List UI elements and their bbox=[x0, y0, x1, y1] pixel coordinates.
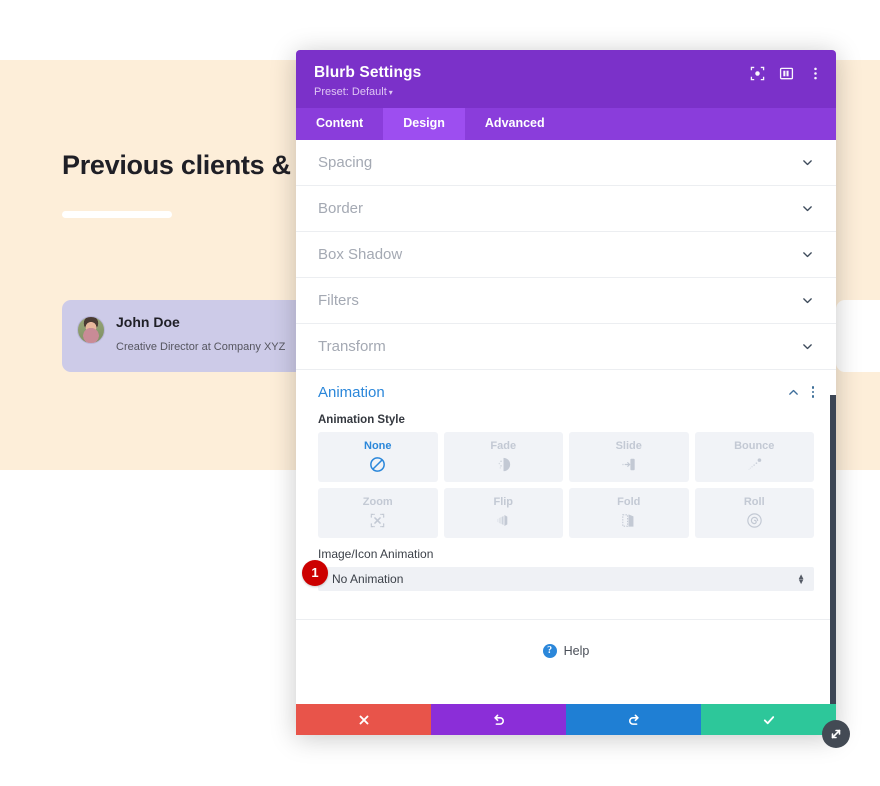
animation-style-label: Animation Style bbox=[318, 413, 405, 426]
animation-style-slide[interactable]: Slide bbox=[569, 431, 689, 482]
tab-advanced[interactable]: Advanced bbox=[465, 108, 565, 140]
select-value: No Animation bbox=[332, 571, 404, 586]
section-border[interactable]: Border bbox=[296, 186, 836, 232]
redo-button[interactable] bbox=[566, 704, 701, 735]
animation-style-fade[interactable]: Fade bbox=[443, 431, 563, 482]
layout-columns-icon[interactable] bbox=[779, 66, 794, 81]
step-badge-1: 1 bbox=[302, 559, 328, 586]
modal-title: Blurb Settings bbox=[314, 64, 422, 81]
select-arrows-icon: ▲ ▼ bbox=[797, 571, 805, 586]
chevron-down-icon bbox=[801, 156, 814, 169]
more-vertical-icon[interactable] bbox=[811, 386, 814, 398]
zoom-expand-icon bbox=[368, 511, 387, 530]
undo-button[interactable] bbox=[431, 704, 566, 735]
modal-tabs: Content Design Advanced bbox=[296, 108, 836, 140]
modal-header: Blurb Settings Preset: Default ▾ bbox=[296, 50, 836, 108]
tab-design[interactable]: Design bbox=[383, 108, 465, 140]
section-label: Animation bbox=[318, 383, 385, 401]
animation-style-roll[interactable]: Roll bbox=[694, 487, 814, 538]
section-label: Filters bbox=[318, 291, 359, 309]
modal-header-actions bbox=[750, 66, 823, 81]
section-animation[interactable]: Animation bbox=[296, 370, 836, 405]
slide-arrow-icon bbox=[619, 455, 638, 474]
section-label: Border bbox=[318, 199, 364, 217]
discard-button[interactable] bbox=[296, 704, 431, 735]
animation-style-label: Flip bbox=[493, 495, 514, 508]
animation-style-grid: None Fade Slide Bounce Zoom Flip Fold Ro… bbox=[296, 431, 836, 538]
animation-style-label: Fade bbox=[490, 439, 517, 452]
help-icon: ? bbox=[542, 643, 557, 658]
chevron-down-icon: ▾ bbox=[388, 88, 393, 97]
save-button[interactable] bbox=[701, 704, 836, 735]
chevron-down-icon bbox=[801, 340, 814, 353]
section-label: Spacing bbox=[318, 153, 373, 171]
chevron-down-icon bbox=[801, 294, 814, 307]
animation-style-label: Fold bbox=[617, 495, 641, 508]
more-vertical-icon[interactable] bbox=[808, 66, 823, 81]
fold-page-icon bbox=[619, 511, 638, 530]
section-label: Transform bbox=[318, 337, 386, 355]
animation-style-label: Slide bbox=[615, 439, 642, 452]
image-icon-animation-label: Image/Icon Animation bbox=[318, 546, 434, 561]
testimonial-card-secondary bbox=[836, 300, 880, 372]
no-entry-icon bbox=[368, 455, 387, 474]
section-transform[interactable]: Transform bbox=[296, 324, 836, 370]
chevron-up-icon[interactable] bbox=[787, 386, 800, 399]
section-box-shadow[interactable]: Box Shadow bbox=[296, 232, 836, 278]
section-label: Box Shadow bbox=[318, 245, 403, 263]
section-filters[interactable]: Filters bbox=[296, 278, 836, 324]
modal-footer bbox=[296, 704, 836, 735]
image-icon-animation-wrapper: 1 No Animation ▲ ▼ bbox=[302, 559, 814, 591]
testimonial-role: Creative Director at Company XYZ bbox=[116, 341, 286, 353]
animation-style-bounce[interactable]: Bounce bbox=[694, 431, 814, 482]
image-icon-animation-select[interactable]: No Animation ▲ ▼ bbox=[318, 566, 814, 591]
chevron-down-icon bbox=[801, 248, 814, 261]
resize-handle[interactable] bbox=[822, 720, 850, 748]
animation-style-zoom[interactable]: Zoom bbox=[318, 487, 438, 538]
animation-style-label: Bounce bbox=[734, 439, 775, 452]
modal-scrollbar[interactable] bbox=[830, 394, 836, 704]
animation-style-label: Roll bbox=[743, 495, 765, 508]
avatar bbox=[77, 316, 105, 344]
flip-panel-icon bbox=[494, 511, 513, 530]
chevron-down-icon bbox=[801, 202, 814, 215]
blurb-settings-modal: Blurb Settings Preset: Default ▾ Content… bbox=[296, 50, 836, 735]
roll-spiral-icon bbox=[745, 511, 764, 530]
tab-content[interactable]: Content bbox=[296, 108, 383, 140]
modal-body: Spacing Border Box Shadow Filters Transf bbox=[296, 139, 836, 704]
animation-style-none[interactable]: None bbox=[318, 431, 438, 482]
animation-style-flip[interactable]: Flip bbox=[443, 487, 563, 538]
animation-style-label: Zoom bbox=[362, 495, 393, 508]
help-link[interactable]: Help bbox=[564, 644, 590, 658]
bounce-dots-icon bbox=[745, 455, 764, 474]
fade-circle-icon bbox=[494, 455, 513, 474]
preset-selector[interactable]: Preset: Default ▾ bbox=[314, 86, 818, 98]
animation-style-label: None bbox=[364, 439, 392, 452]
heading-divider bbox=[62, 211, 172, 218]
animation-style-fold[interactable]: Fold bbox=[569, 487, 689, 538]
section-animation-actions bbox=[787, 386, 814, 399]
section-spacing[interactable]: Spacing bbox=[296, 140, 836, 186]
testimonial-name: John Doe bbox=[116, 314, 180, 330]
focus-icon[interactable] bbox=[750, 66, 765, 81]
preset-label: Preset: Default bbox=[314, 86, 387, 98]
help-area: ? Help bbox=[296, 618, 836, 682]
